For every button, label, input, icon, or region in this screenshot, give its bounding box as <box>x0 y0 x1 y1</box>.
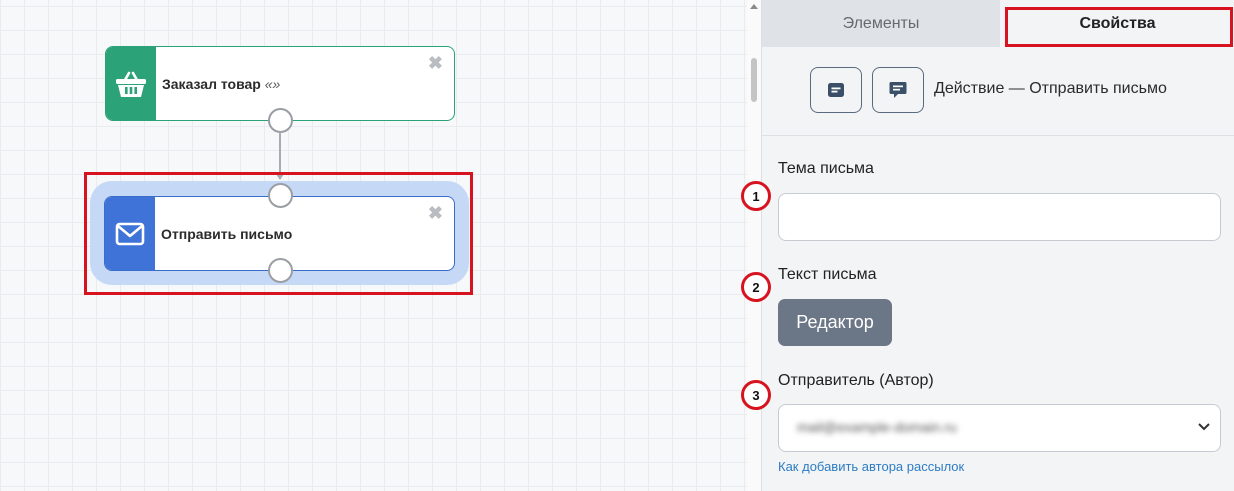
comment-icon <box>889 82 907 98</box>
message-icon <box>828 83 844 97</box>
node-title-text: Заказал товар <box>162 75 261 92</box>
node-title: Заказал товар «» <box>162 76 280 92</box>
chevron-down-icon <box>1198 423 1210 431</box>
comment-button[interactable] <box>872 67 924 113</box>
output-port[interactable] <box>268 108 293 133</box>
sender-select-value: mail@example-domain.ru <box>797 419 957 435</box>
message-button[interactable] <box>810 67 862 113</box>
body-label: Текст письма <box>778 266 877 283</box>
annotation-highlight-box <box>1005 7 1233 47</box>
canvas-scrollbar[interactable] <box>747 0 761 491</box>
subject-input[interactable] <box>778 193 1221 241</box>
editor-button[interactable]: Редактор <box>778 299 892 346</box>
basket-icon <box>116 71 146 97</box>
step-badge-2: 2 <box>741 272 771 302</box>
action-header: Действие — Отправить письмо <box>762 47 1234 136</box>
annotation-highlight-box <box>84 172 473 295</box>
scroll-thumb[interactable] <box>751 58 757 102</box>
action-title: Действие — Отправить письмо <box>934 80 1167 97</box>
node-title-quote: «» <box>264 75 281 92</box>
sender-select[interactable]: mail@example-domain.ru <box>778 404 1221 452</box>
properties-panel: Элементы Свойства Действие — Отправить п… <box>741 0 1234 491</box>
add-author-help-link[interactable]: Как добавить автора рассылок <box>778 459 964 474</box>
subject-label: Тема письма <box>778 160 874 177</box>
tab-elements[interactable]: Элементы <box>762 0 1000 47</box>
scroll-up-arrow-icon[interactable] <box>750 4 758 9</box>
step-badge-1: 1 <box>741 181 771 211</box>
step-badge-3: 3 <box>741 380 771 410</box>
close-icon[interactable]: ✖ <box>428 54 443 72</box>
sender-label: Отправитель (Автор) <box>778 372 934 389</box>
workflow-canvas[interactable]: Заказал товар «» ✖ Отправить письмо ✖ <box>0 0 747 491</box>
node-icon-container <box>106 47 156 120</box>
